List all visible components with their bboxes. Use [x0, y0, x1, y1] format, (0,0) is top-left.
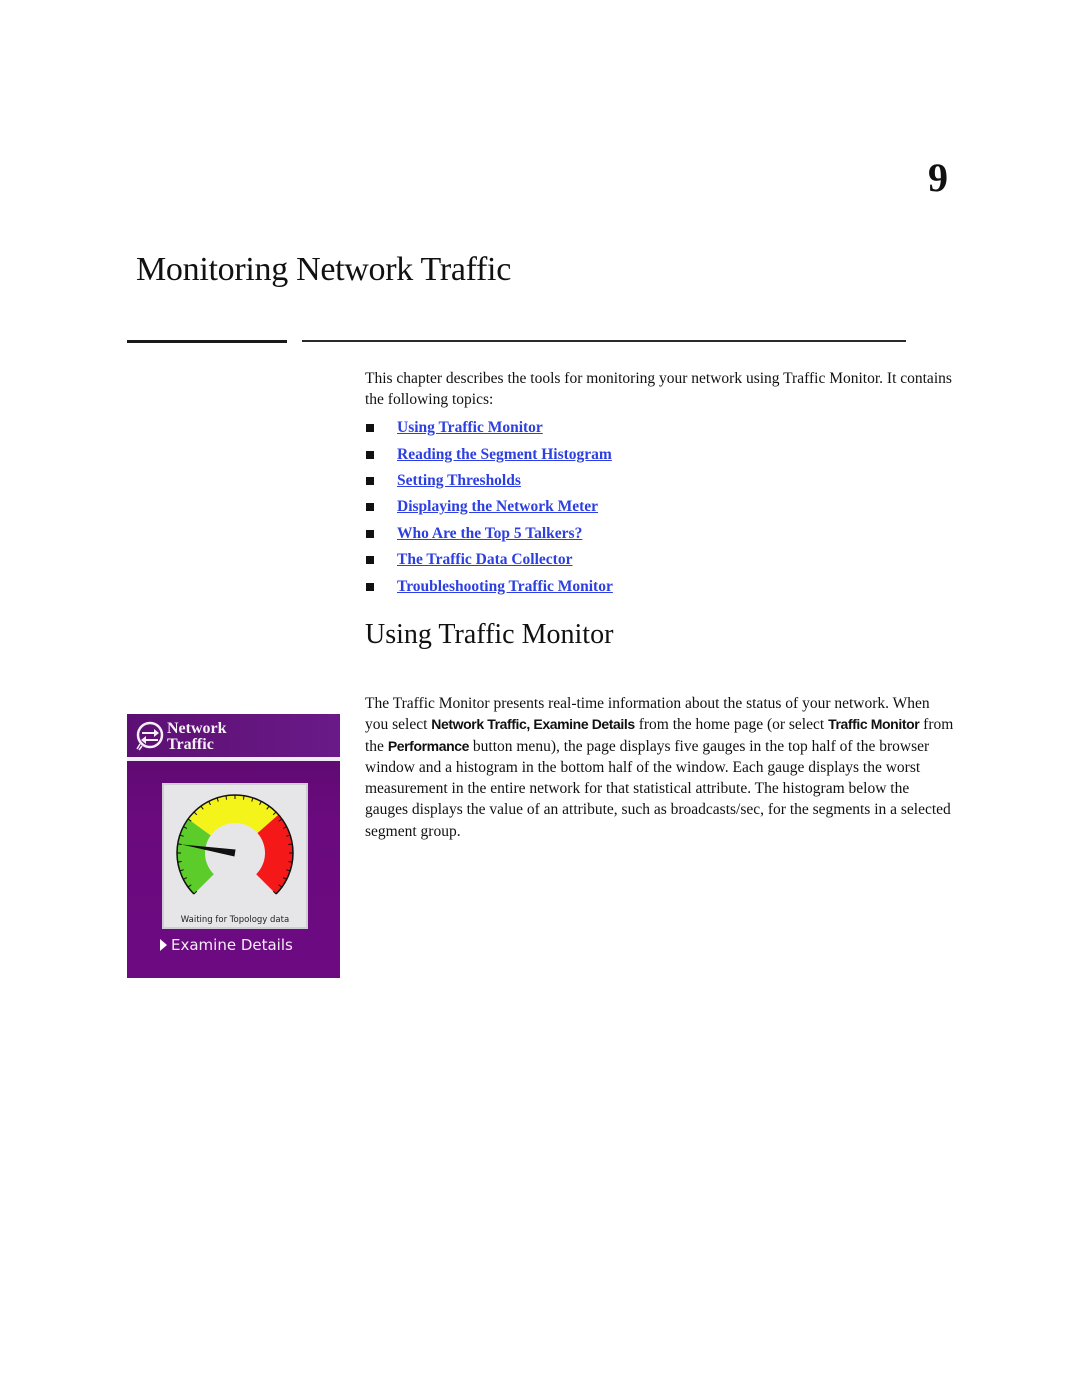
- widget-title-line1: Network: [167, 720, 227, 737]
- ui-term-network-traffic: Network Traffic, Examine Details: [431, 716, 635, 733]
- network-traffic-widget: Network Traffic Waiting for Topology dat…: [127, 714, 340, 978]
- topic-item: Troubleshooting Traffic Monitor: [365, 573, 613, 599]
- network-traffic-arrows-icon: [136, 721, 164, 751]
- topic-link-segment-histogram[interactable]: Reading the Segment Histogram: [397, 446, 612, 464]
- topic-link-top-talkers[interactable]: Who Are the Top 5 Talkers?: [397, 525, 582, 543]
- gauge-tick: [242, 795, 245, 800]
- bullet-icon: [366, 529, 374, 538]
- widget-header: Network Traffic: [127, 714, 340, 757]
- gauge-tick: [177, 860, 182, 863]
- topic-link-data-collector[interactable]: The Traffic Data Collector: [397, 551, 572, 569]
- title-rule-thick: [127, 340, 287, 343]
- examine-details-label: Examine Details: [171, 936, 293, 954]
- topic-item: Who Are the Top 5 Talkers?: [365, 521, 613, 547]
- topic-item: Using Traffic Monitor: [365, 415, 613, 441]
- gauge-tick: [225, 795, 228, 800]
- topic-link-using-traffic-monitor[interactable]: Using Traffic Monitor: [397, 419, 543, 437]
- widget-title-line2: Traffic: [167, 736, 214, 753]
- ui-term-traffic-monitor: Traffic Monitor: [828, 716, 920, 733]
- widget-divider: [127, 757, 340, 761]
- bullet-icon: [366, 556, 374, 565]
- topic-item: Reading the Segment Histogram: [365, 441, 613, 467]
- topic-link-network-meter[interactable]: Displaying the Network Meter: [397, 498, 598, 516]
- topic-link-setting-thresholds[interactable]: Setting Thresholds: [397, 472, 521, 490]
- chapter-intro: This chapter describes the tools for mon…: [365, 370, 952, 408]
- body-text-2: from the home page (or select: [634, 716, 829, 734]
- chapter-title: Monitoring Network Traffic: [136, 251, 511, 288]
- gauge-status-caption: Waiting for Topology data: [180, 915, 290, 925]
- bullet-icon: [366, 424, 374, 433]
- title-rule-thin: [302, 340, 906, 342]
- topic-item: Setting Thresholds: [365, 468, 613, 494]
- bullet-icon: [366, 503, 374, 512]
- bullet-icon: [366, 476, 374, 485]
- gauge-tick: [288, 843, 293, 846]
- play-triangle-icon: [160, 939, 167, 951]
- examine-details-link[interactable]: Examine Details: [160, 936, 293, 954]
- bullet-icon: [366, 582, 374, 591]
- gauge-tick: [288, 860, 293, 863]
- gauge: [176, 794, 294, 895]
- section-body: The Traffic Monitor presents real-time i…: [365, 693, 955, 842]
- topic-list: Using Traffic Monitor Reading the Segmen…: [365, 415, 613, 600]
- gauge-panel[interactable]: Waiting for Topology data: [162, 783, 308, 929]
- ui-term-performance: Performance: [387, 737, 470, 754]
- topic-item: Displaying the Network Meter: [365, 494, 613, 520]
- widget-title: Network Traffic: [167, 721, 227, 753]
- topic-link-troubleshooting[interactable]: Troubleshooting Traffic Monitor: [397, 578, 613, 596]
- section-title: Using Traffic Monitor: [365, 619, 614, 650]
- topic-item: The Traffic Data Collector: [365, 547, 613, 573]
- gauge-tick: [177, 843, 182, 846]
- bullet-icon: [366, 450, 374, 459]
- chapter-number: 9: [928, 155, 948, 200]
